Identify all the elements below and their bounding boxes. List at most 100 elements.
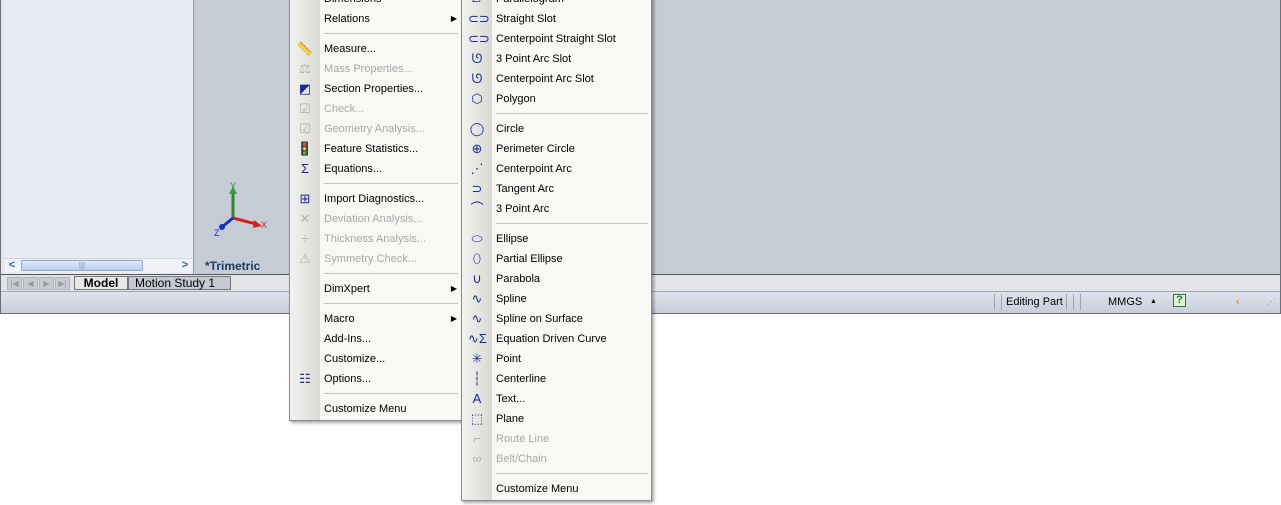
relations-icon [296,11,314,27]
menu-item-customize-menu[interactable]: Customize Menu [462,479,651,499]
tab-motion-study-1[interactable]: Motion Study 1 [128,276,231,290]
add-ins-icon [296,331,314,347]
menu-item-text[interactable]: A Text... [462,389,651,409]
menu-item-label: Centerpoint Arc [496,163,572,175]
menu-item-parabola[interactable]: ∪ Parabola [462,269,651,289]
menu-item-customize[interactable]: Customize... [290,349,461,369]
menu-item-circle[interactable]: ◯ Circle [462,119,651,139]
menu-item-label: Customize Menu [324,403,407,415]
menu-item-label: Section Properties... [324,83,424,95]
check-icon: ☑ [299,101,311,116]
menu-item-label: Symmetry Check... [324,253,417,265]
menu-item-label: Parabola [496,273,541,285]
menu-item-dimxpert[interactable]: DimXpert ▶ [290,279,461,299]
menu-item-straight-slot[interactable]: ⊂⊃ Straight Slot [462,9,651,29]
menu-item-label: Equation Driven Curve [496,333,607,345]
menu-separator [324,303,458,304]
macro-icon [296,311,314,327]
resize-grip-icon[interactable]: ⋰ [1267,296,1276,307]
route-line-icon: ⌐ [473,431,481,446]
scroll-left-icon[interactable]: < [5,259,19,272]
units-selector[interactable]: MMGS [1108,296,1142,308]
menu-item-label: Customize... [324,353,386,365]
menu-item-label: Point [496,353,522,365]
menu-item-macro[interactable]: Macro ▶ [290,309,461,329]
menu-item-polygon[interactable]: ⬡ Polygon [462,89,651,109]
menu-item-label: Plane [496,413,525,425]
menu-item-route-line: ⌐ Route Line [462,429,651,449]
horizontal-scrollbar[interactable]: < ||| > [5,258,192,272]
menu-item-import-diagnostics[interactable]: ⊞ Import Diagnostics... [290,189,461,209]
3-point-arc-icon: ⌒ [470,201,484,216]
section-properties-icon: ◩ [298,81,312,96]
menu-item-mass-properties: ⚖ Mass Properties... [290,59,461,79]
menu-separator [496,223,648,224]
menu-item-spline[interactable]: ∿ Spline [462,289,651,309]
menu-item-label: Customize Menu [496,483,579,495]
parallelogram-icon: ▱ [468,0,486,7]
menu-item-label: Tangent Arc [496,183,555,195]
feature-manager-panel [5,0,194,274]
scroll-right-icon[interactable]: > [178,259,192,272]
menu-item-label: Mass Properties... [324,63,413,75]
menu-item-section-properties[interactable]: ◩ Section Properties... [290,79,461,99]
menu-item-symmetry-check: ⚠ Symmetry Check... [290,249,461,269]
scrollbar-thumb[interactable]: ||| [21,260,143,271]
polygon-icon: ⬡ [471,91,483,106]
menu-item-thickness-analysis: ÷ Thickness Analysis... [290,229,461,249]
menu-item-equation-driven-curve[interactable]: ∿Σ Equation Driven Curve [462,329,651,349]
menu-item-label: Options... [324,373,372,385]
menu-item-label: Perimeter Circle [496,143,575,155]
submenu-arrow-icon: ▶ [450,14,457,23]
menu-item-label: 3 Point Arc [496,203,550,215]
menu-item-partial-ellipse[interactable]: ⬯ Partial Ellipse [462,249,651,269]
menu-item-label: Geometry Analysis... [324,123,425,135]
circle-icon: ◯ [469,121,485,136]
menu-item-add-ins[interactable]: Add-Ins... [290,329,461,349]
menu-item-centerline[interactable]: ┆ Centerline [462,369,651,389]
menu-item-tangent-arc[interactable]: ⊃ Tangent Arc [462,179,651,199]
menu-item-customize-menu[interactable]: Customize Menu [290,399,461,419]
menu-item-plane[interactable]: ⬚ Plane [462,409,651,429]
menu-item-options[interactable]: ☷ Options... [290,369,461,389]
point-icon: ✳ [471,351,483,366]
menu-item-dimensions[interactable]: Dimensions [290,0,461,9]
menu-item-feature-statistics[interactable]: 🚦 Feature Statistics... [290,139,461,159]
geometry-analysis-icon: ☑ [299,121,311,136]
menu-item-label: Centerpoint Arc Slot [496,73,594,85]
menu-item-spline-on-surface[interactable]: ∿ Spline on Surface [462,309,651,329]
last-tab-button[interactable]: ▶| [55,277,70,290]
menu-item-point[interactable]: ✳ Point [462,349,651,369]
menu-item-deviation-analysis: ✕ Deviation Analysis... [290,209,461,229]
menu-item-centerpoint-straight-slot[interactable]: ⊂⊃ Centerpoint Straight Slot [462,29,651,49]
menu-item-centerpoint-arc-slot[interactable]: ᘎ Centerpoint Arc Slot [462,69,651,89]
prev-tab-button[interactable]: ◀ [23,277,38,290]
menu-item-label: Macro [324,313,355,325]
tab-model[interactable]: Model [74,276,128,290]
menu-item-3-point-arc[interactable]: ⌒ 3 Point Arc [462,199,651,219]
expand-icon[interactable]: ‹ [1236,296,1240,308]
feature-statistics-icon: 🚦 [296,141,314,156]
menu-item-equations[interactable]: Σ Equations... [290,159,461,179]
menu-item-perimeter-circle[interactable]: ⊕ Perimeter Circle [462,139,651,159]
menu-item-parallelogram[interactable]: ▱ Parallelogram [462,0,651,9]
measure-icon: 📏 [296,41,314,56]
menu-item-3-point-arc-slot[interactable]: ᘎ 3 Point Arc Slot [462,49,651,69]
menu-separator [324,33,458,34]
units-arrow-icon[interactable]: ▲ [1150,298,1157,305]
spline-icon: ∿ [471,291,483,306]
menu-item-ellipse[interactable]: ⬭ Ellipse [462,229,651,249]
menu-item-relations[interactable]: Relations ▶ [290,9,461,29]
menu-item-label: Equations... [324,163,383,175]
help-icon[interactable]: ? [1173,294,1186,307]
menu-item-centerpoint-arc[interactable]: ⋰ Centerpoint Arc [462,159,651,179]
next-tab-button[interactable]: ▶ [39,277,54,290]
centerline-icon: ┆ [473,371,481,386]
axis-triad-icon: Y X Z [214,181,267,238]
plane-icon: ⬚ [470,411,484,426]
first-tab-button[interactable]: |◀ [7,277,22,290]
parabola-icon: ∪ [472,271,482,286]
menu-item-measure[interactable]: 📏 Measure... [290,39,461,59]
menu-item-label: Route Line [496,433,550,445]
dimxpert-icon [296,281,314,297]
